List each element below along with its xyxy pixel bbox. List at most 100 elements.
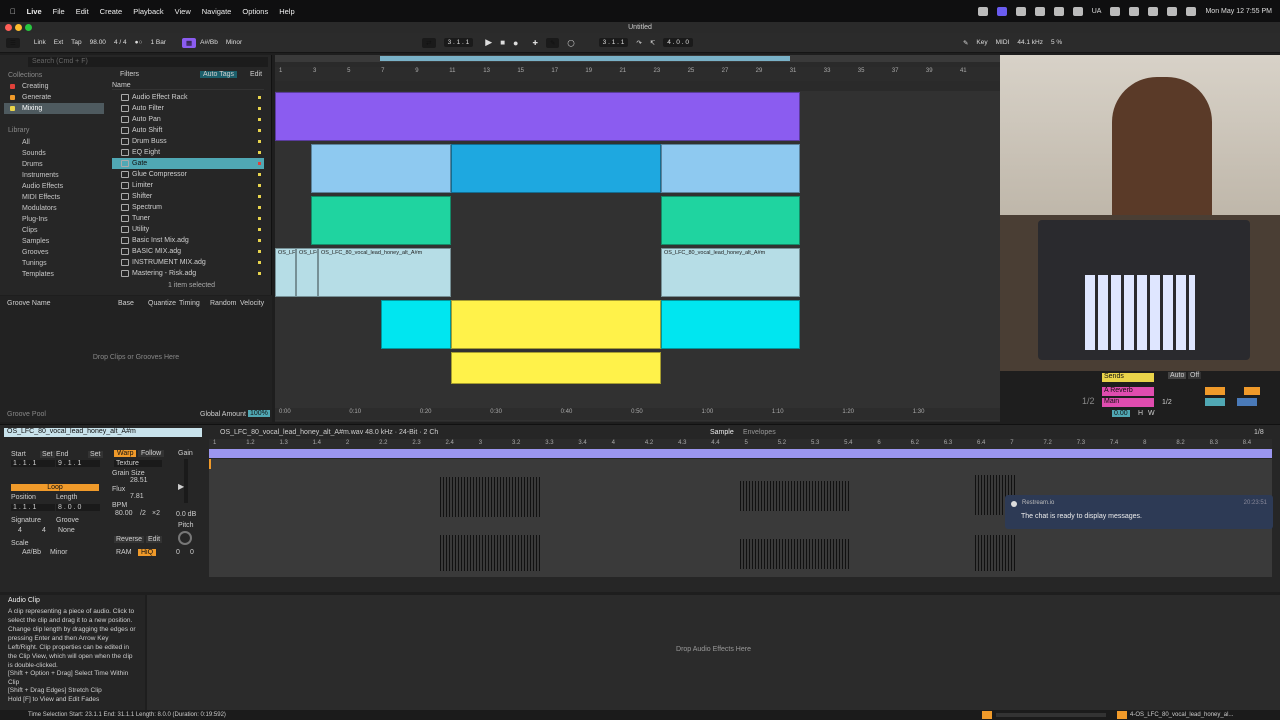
menu-live[interactable]: Live — [27, 7, 42, 16]
tempo-field[interactable]: 98.00 — [90, 39, 106, 46]
browser-item[interactable]: Audio Effect Rack — [112, 92, 264, 103]
library-tunings[interactable]: Tunings — [4, 258, 104, 269]
browser-item[interactable]: Auto Filter — [112, 103, 264, 114]
bluetooth-icon[interactable] — [1110, 6, 1121, 16]
wifi-icon[interactable] — [1148, 6, 1159, 16]
flux-field[interactable]: 7.81 — [130, 493, 144, 500]
browser-item[interactable]: Basic Inst Mix.adg — [112, 235, 264, 246]
scale-key-selector[interactable]: A#/Bb — [22, 549, 41, 556]
library-all[interactable]: All — [4, 137, 104, 148]
zoom-window-icon[interactable] — [25, 24, 32, 31]
main-output[interactable]: Main — [1102, 398, 1154, 407]
groove-drop-zone[interactable]: Drop Clips or Grooves Here — [0, 354, 272, 361]
groove-random-header[interactable]: Random — [210, 300, 236, 307]
library-audio-effects[interactable]: Audio Effects — [4, 181, 104, 192]
half-tempo-button[interactable]: /2 — [140, 510, 146, 517]
key-selector[interactable]: A#/Bb — [200, 39, 218, 46]
battery-icon[interactable] — [1129, 6, 1140, 16]
browser-item[interactable]: Mastering - Risk.adg — [112, 268, 264, 279]
overdub-icon[interactable]: ✚ — [532, 39, 537, 47]
automation-arm-icon[interactable]: ✎ — [545, 37, 560, 48]
apple-icon[interactable]:  — [10, 7, 16, 16]
loop-switch-icon[interactable]: ◯ — [567, 39, 574, 47]
name-column-header[interactable]: Name — [112, 82, 264, 90]
midi-clip[interactable] — [661, 144, 800, 193]
midi-map-button[interactable]: MIDI — [996, 39, 1010, 46]
gain-fader[interactable] — [184, 459, 188, 503]
follow-button[interactable]: ⇄ — [422, 37, 436, 48]
reverse-button[interactable]: Reverse — [114, 536, 145, 543]
send-knob-a[interactable] — [1205, 398, 1225, 406]
menu-playback[interactable]: Playback — [133, 7, 163, 16]
groove-timing-header[interactable]: Timing — [179, 300, 200, 307]
clock[interactable]: Mon May 12 7:55 PM — [1205, 8, 1272, 15]
minimize-window-icon[interactable] — [15, 24, 22, 31]
auto-tags-button[interactable]: Auto Tags — [200, 71, 238, 78]
scale-mode-selector[interactable]: Minor — [50, 549, 68, 556]
punch-in-icon[interactable]: ↷ — [636, 39, 641, 47]
audio-clip[interactable]: OS_LFC_80_vocal_lead_honey_alt_A#m — [318, 248, 451, 297]
browser-item[interactable]: Glue Compressor — [112, 169, 264, 180]
menu-help[interactable]: Help — [279, 7, 294, 16]
signature-denominator[interactable]: 4 — [42, 527, 46, 534]
ram-button[interactable]: RAM — [116, 549, 132, 556]
audio-clip[interactable]: OS_LFC_80_vocal_lead_honey_alt_A#m — [661, 248, 800, 297]
scale-mode-icon[interactable]: ▦ — [182, 37, 197, 48]
browser-item[interactable]: EQ Eight — [112, 147, 264, 158]
library-plug-ins[interactable]: Plug-Ins — [4, 214, 104, 225]
envelopes-tab[interactable]: Envelopes — [743, 429, 776, 436]
close-window-icon[interactable] — [5, 24, 12, 31]
library-modulators[interactable]: Modulators — [4, 203, 104, 214]
status-warning-icon[interactable] — [1117, 711, 1127, 719]
grain-size-field[interactable]: 28.51 — [130, 477, 148, 484]
menu-view[interactable]: View — [175, 7, 191, 16]
status-app-icon[interactable] — [996, 6, 1007, 16]
edit-tags-button[interactable]: Edit — [250, 71, 262, 78]
transpose-field[interactable]: 0 — [176, 549, 180, 556]
status-app-icon[interactable] — [1015, 6, 1026, 16]
midi-clip[interactable] — [311, 144, 451, 193]
end-field[interactable]: 9 . 1 . 1 — [56, 460, 100, 467]
browser-search-input[interactable]: Search (Cmd + F) — [28, 57, 268, 67]
signature-numerator[interactable]: 4 — [18, 527, 22, 534]
crossfade-a-button[interactable] — [1205, 387, 1225, 395]
a-reverb-send[interactable]: A Reverb — [1102, 387, 1154, 396]
library-sounds[interactable]: Sounds — [4, 148, 104, 159]
menu-file[interactable]: File — [53, 7, 65, 16]
midi-clip[interactable] — [451, 300, 661, 349]
audio-clip[interactable]: OS_LFC — [275, 248, 296, 297]
link-button[interactable]: Link — [34, 39, 46, 46]
midi-clip[interactable] — [451, 352, 661, 384]
filters-button[interactable]: Filters — [120, 71, 139, 78]
menu-navigate[interactable]: Navigate — [202, 7, 232, 16]
stop-icon[interactable]: ■ — [500, 38, 505, 47]
groove-name-header[interactable]: Groove Name — [7, 300, 51, 307]
send-knob-b[interactable] — [1237, 398, 1257, 406]
beat-ruler[interactable]: 1 3 5 7 9 11 13 15 17 19 21 23 25 27 29 31 33 35 37 39 41 — [275, 67, 1000, 81]
browser-item[interactable]: Spectrum — [112, 202, 264, 213]
end-set-button[interactable]: Set — [88, 451, 103, 458]
record-icon[interactable]: ● — [513, 38, 518, 48]
detune-field[interactable]: 0 — [190, 549, 194, 556]
browser-item[interactable]: Auto Shift — [112, 125, 264, 136]
library-midi-effects[interactable]: MIDI Effects — [4, 192, 104, 203]
groove-selector[interactable]: None — [58, 527, 75, 534]
midi-clip[interactable] — [661, 196, 800, 245]
browser-item[interactable]: INSTRUMENT MIX.adg — [112, 257, 264, 268]
start-field[interactable]: 1 . 1 . 1 — [11, 460, 55, 467]
start-set-button[interactable]: Set — [40, 451, 55, 458]
loop-brace[interactable] — [209, 449, 1272, 458]
browser-item[interactable]: Drum Buss — [112, 136, 264, 147]
hiq-button[interactable]: HiQ — [138, 549, 157, 556]
pitch-knob[interactable] — [178, 531, 192, 545]
double-tempo-button[interactable]: ×2 — [152, 510, 160, 517]
browser-item[interactable]: Tuner — [112, 213, 264, 224]
browser-item[interactable]: BASIC MIX.adg — [112, 246, 264, 257]
library-templates[interactable]: Templates — [4, 269, 104, 280]
sample-tab[interactable]: Sample — [710, 429, 734, 436]
track-volume-field[interactable]: 0.00 — [1112, 410, 1130, 417]
play-icon[interactable]: ▶ — [485, 37, 492, 48]
search-icon[interactable] — [1167, 6, 1178, 16]
menu-options[interactable]: Options — [242, 7, 268, 16]
loop-button[interactable]: Loop — [11, 484, 99, 491]
